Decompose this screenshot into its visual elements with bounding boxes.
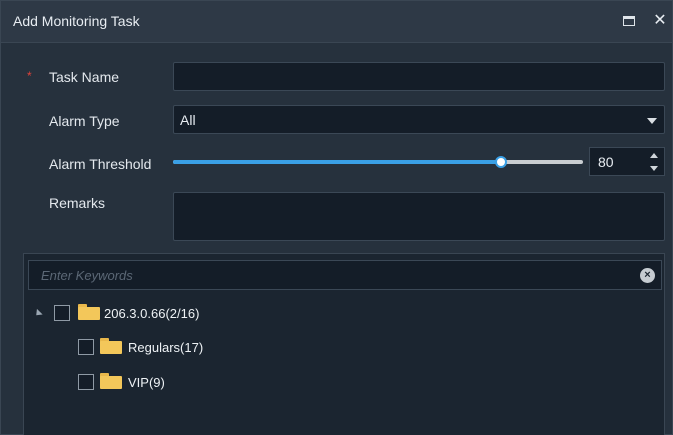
tree-node-root[interactable]: 206.3.0.66(2/16)	[24, 304, 324, 324]
folder-icon	[100, 338, 122, 354]
tree-node-vip[interactable]: VIP(9)	[24, 373, 324, 393]
tree-root-label: 206.3.0.66(2/16)	[104, 306, 200, 321]
spin-up-icon[interactable]	[650, 153, 658, 158]
remarks-textarea[interactable]	[173, 192, 665, 241]
alarm-threshold-slider[interactable]	[173, 152, 583, 172]
tree-node-label: Regulars(17)	[128, 340, 204, 355]
tree-node-checkbox[interactable]	[78, 374, 94, 390]
task-name-label: Task Name	[49, 69, 120, 85]
alarm-threshold-value: 80	[598, 154, 614, 170]
alarm-type-select[interactable]: All	[173, 105, 665, 134]
tree-root-checkbox[interactable]	[54, 305, 70, 321]
dialog-title: Add Monitoring Task	[13, 13, 140, 29]
device-tree-panel: Enter Keywords × 206.3.0.66(2/16) Regula…	[23, 253, 665, 435]
alarm-type-value: All	[180, 112, 196, 128]
tree-node-regulars[interactable]: Regulars(17)	[24, 338, 324, 358]
spin-down-icon[interactable]	[650, 166, 658, 171]
required-marker: *	[27, 69, 32, 83]
clear-icon[interactable]: ×	[640, 268, 655, 283]
chevron-down-icon[interactable]	[647, 118, 657, 124]
add-monitoring-task-dialog: Add Monitoring Task ✕ * Task Name Alarm …	[0, 0, 673, 435]
expand-arrow-icon[interactable]	[33, 308, 43, 319]
folder-icon	[100, 373, 122, 389]
maximize-icon[interactable]	[623, 16, 635, 26]
close-icon[interactable]: ✕	[651, 11, 669, 31]
alarm-threshold-spinbox[interactable]: 80	[589, 147, 665, 176]
search-placeholder: Enter Keywords	[41, 268, 133, 283]
remarks-label: Remarks	[49, 195, 106, 211]
alarm-type-label: Alarm Type	[49, 113, 120, 129]
search-input[interactable]: Enter Keywords ×	[28, 260, 662, 290]
slider-fill	[173, 160, 501, 164]
folder-icon	[78, 304, 100, 320]
slider-thumb[interactable]	[495, 156, 507, 168]
task-name-input[interactable]	[173, 62, 665, 91]
dialog-titlebar[interactable]: Add Monitoring Task ✕	[1, 1, 672, 43]
tree-node-label: VIP(9)	[128, 375, 165, 390]
tree-node-checkbox[interactable]	[78, 339, 94, 355]
alarm-threshold-label: Alarm Threshold	[49, 156, 152, 172]
